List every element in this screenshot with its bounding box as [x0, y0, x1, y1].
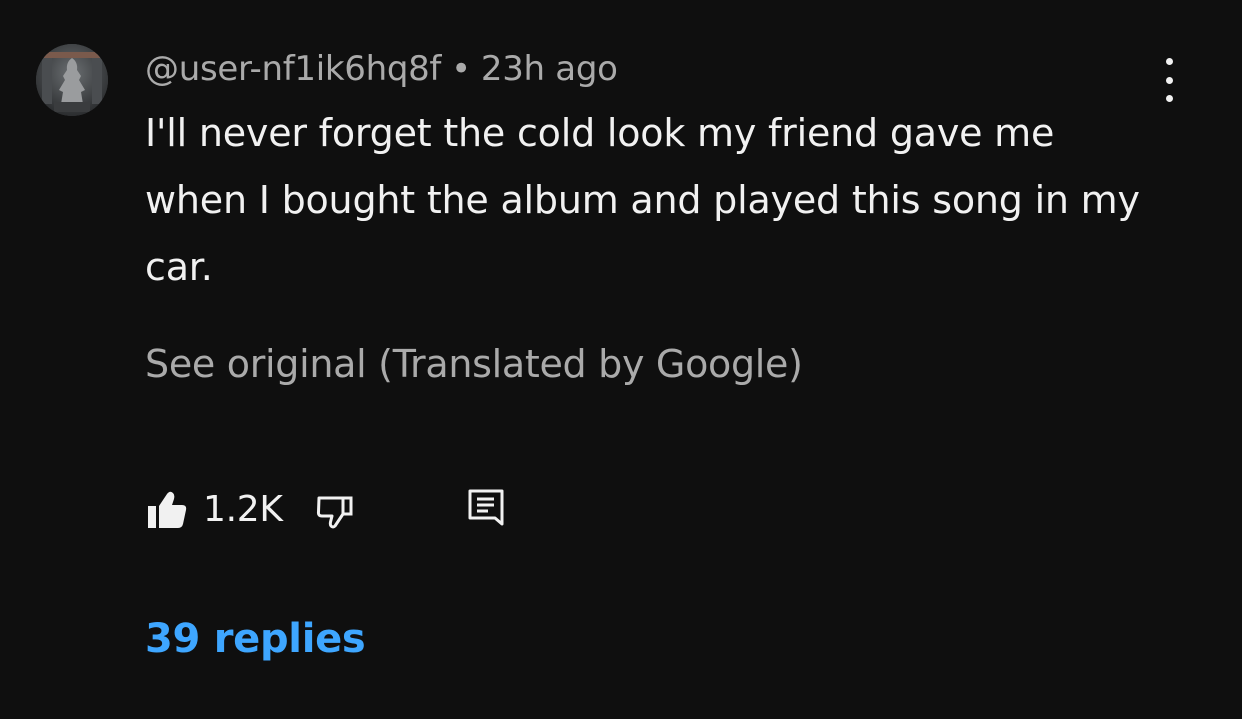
comment-text: I'll never forget the cold look my frien…	[145, 111, 1140, 289]
separator-dot: •	[451, 49, 471, 89]
comment-reply-icon[interactable]	[467, 488, 505, 532]
avatar[interactable]	[36, 44, 108, 116]
comment-timestamp[interactable]: 23h ago	[481, 49, 618, 89]
comment-actions: 1.2K	[145, 486, 545, 536]
author-handle[interactable]: @user-nf1ik6hq8f	[145, 49, 441, 89]
avatar-image	[36, 44, 108, 116]
kebab-dot	[1165, 76, 1173, 84]
replies-link[interactable]: 39 replies	[145, 612, 366, 666]
thumb-down-icon[interactable]	[315, 492, 355, 532]
more-vert-icon[interactable]	[1155, 58, 1183, 102]
kebab-dot	[1165, 58, 1173, 65]
kebab-dot	[1165, 95, 1173, 102]
like-count: 1.2K	[203, 489, 283, 530]
thumb-up-icon[interactable]	[145, 490, 189, 530]
see-original-link[interactable]: See original (Translated by Google)	[145, 338, 803, 390]
comment-header: @user-nf1ik6hq8f • 23h ago	[145, 46, 618, 92]
